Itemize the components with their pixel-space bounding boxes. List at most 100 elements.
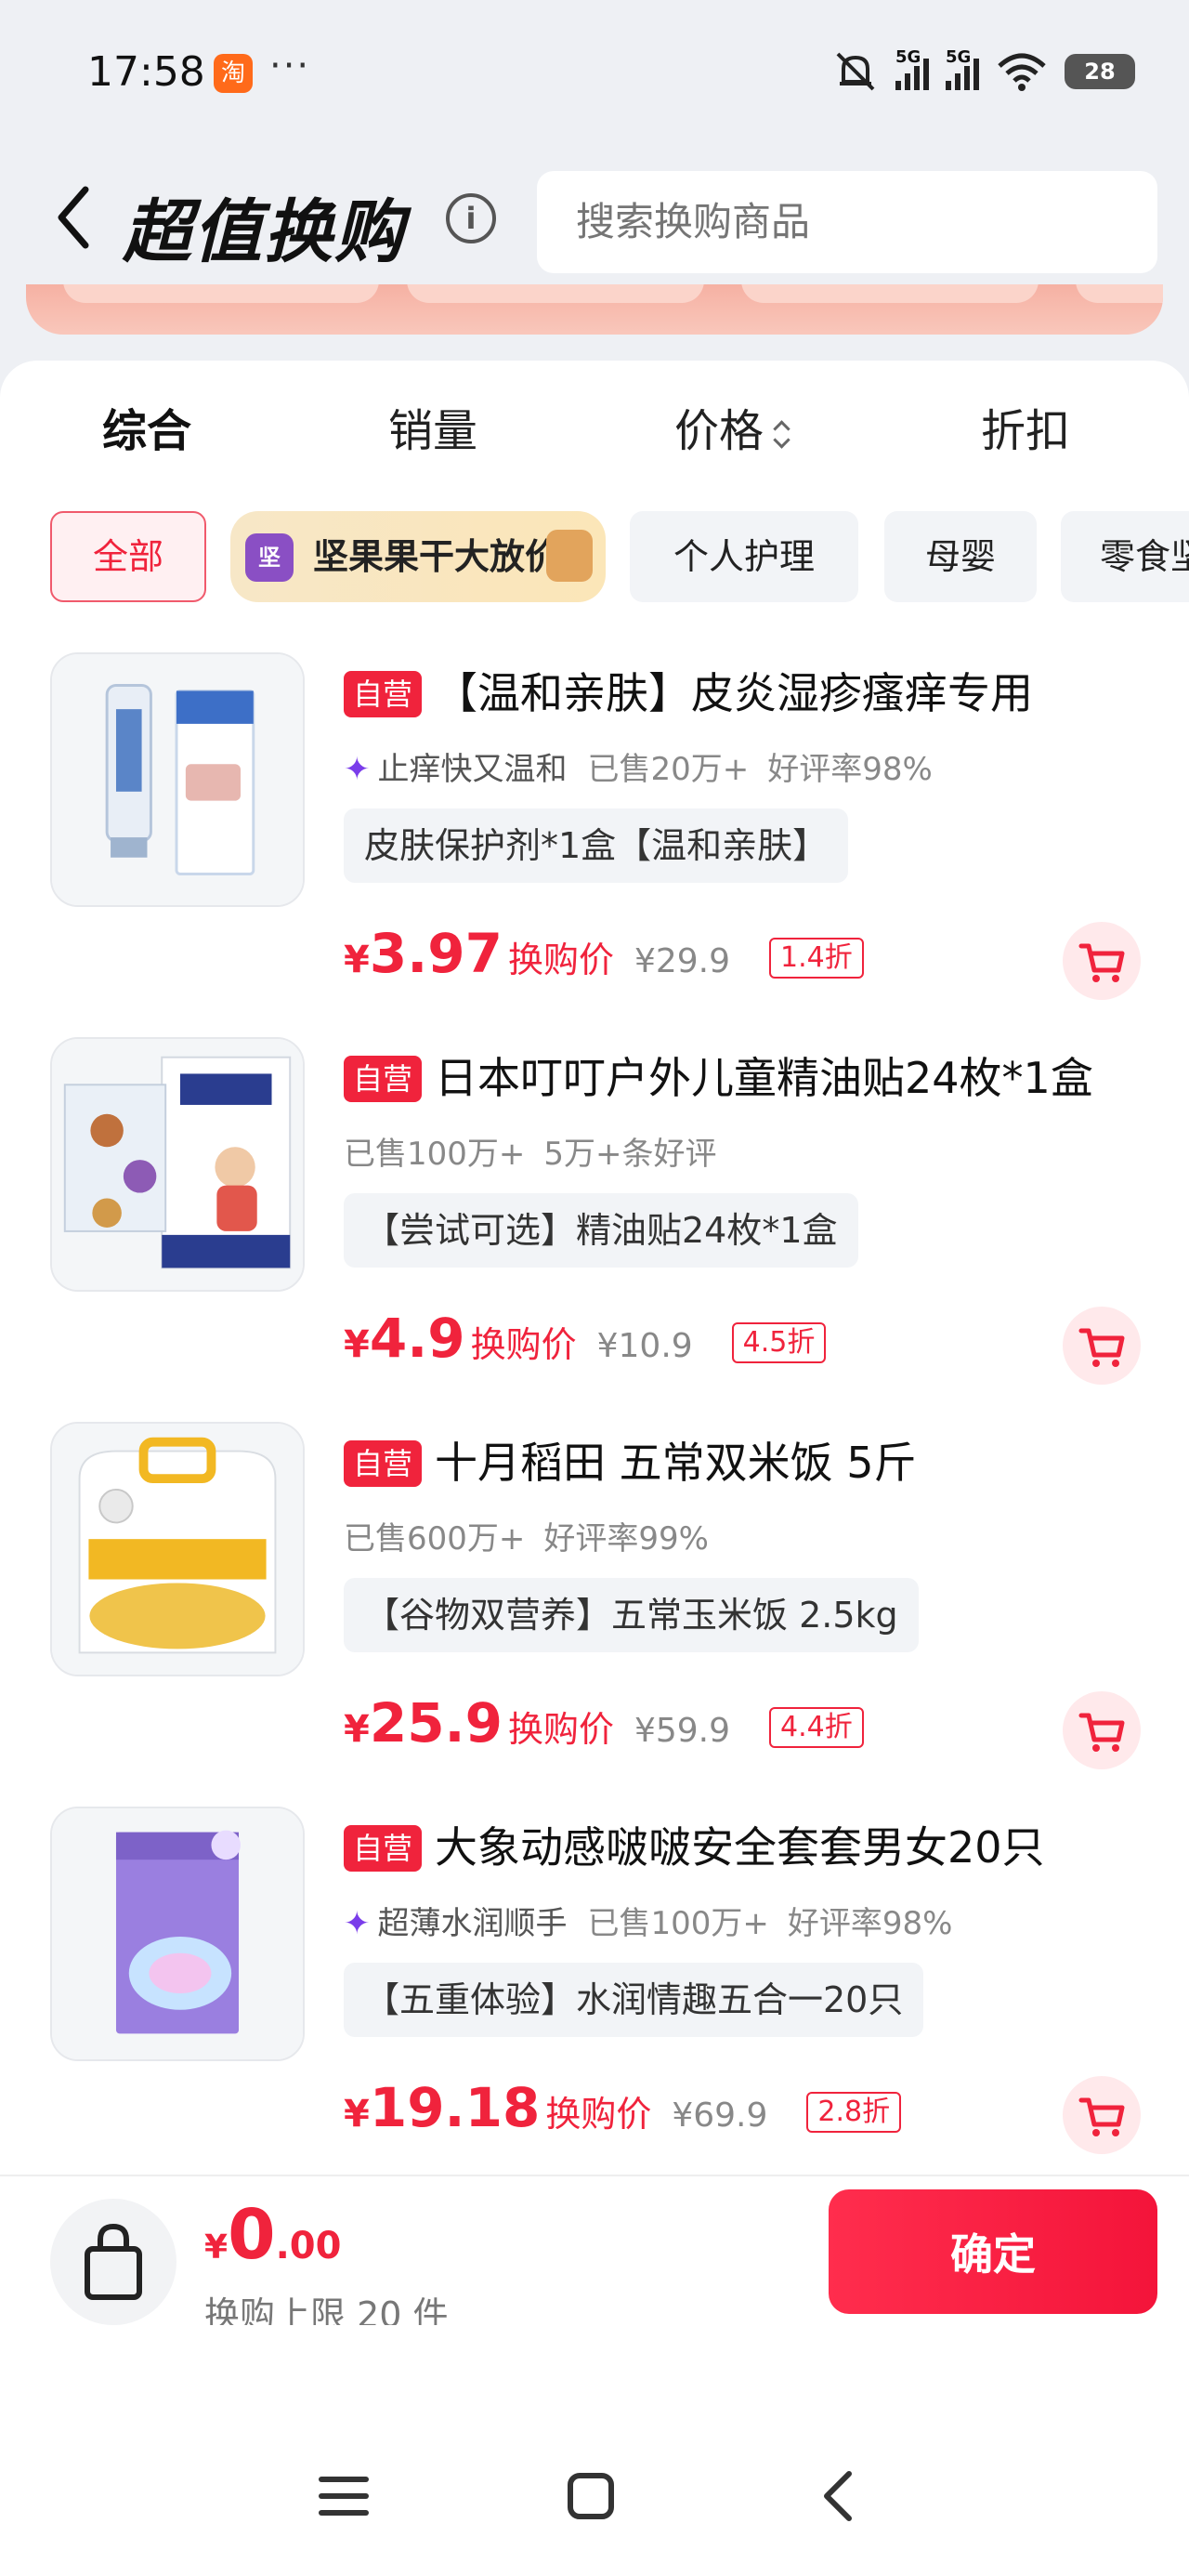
shopping-bag-icon <box>85 2223 142 2300</box>
price-currency: ¥ <box>344 1708 370 1751</box>
menu-icon <box>319 2477 369 2516</box>
price-value: 25.9 <box>369 1691 503 1755</box>
page-header: 超值换购 i <box>0 149 1189 288</box>
product-title-text: 十月稻田 五常双米饭 5斤 <box>435 1438 917 1488</box>
original-price: ¥29.9 <box>634 942 731 980</box>
product-image <box>50 1807 305 2061</box>
original-price: ¥59.9 <box>634 1712 731 1750</box>
price-value: 3.97 <box>369 922 503 985</box>
product-spec[interactable]: 【五重体验】水润情趣五合一20只 <box>344 1963 924 2037</box>
nav-back-button[interactable] <box>791 2450 884 2543</box>
product-meta: ✦ 止痒快又温和 已售20万+ 好评率98% <box>344 743 933 789</box>
list-item[interactable]: 自营 【温和亲肤】皮炎湿疹瘙痒专用 ✦ 止痒快又温和 已售20万+ 好评率98% 皮肤保… <box>0 652 1189 1037</box>
sort-arrows-icon <box>773 415 791 453</box>
product-sold: 已售100万+ <box>344 1136 526 1173</box>
system-nav-bar <box>0 2450 1189 2552</box>
add-to-cart-button[interactable] <box>1063 2076 1141 2154</box>
product-title: 自营 日本叮叮户外儿童精油贴24枚*1盒 <box>344 1045 1161 1106</box>
product-title-text: 【温和亲肤】皮炎湿疹瘙痒专用 <box>435 668 1034 718</box>
chip-nuts-promo[interactable]: 坚 坚果果干大放价 <box>230 511 606 602</box>
checkout-bar: ¥0.00 换购上限 20 件 确定 <box>0 2175 1189 2335</box>
wifi-icon <box>998 53 1046 91</box>
product-rating: 5万+条好评 <box>543 1136 717 1173</box>
status-bar: 17:58 淘 ··· 5G 5G 28 <box>0 0 1189 149</box>
main-panel: 综合 销量 价格 折扣 全部 坚 坚果果干大放价 个人护理 母婴 零食坚 自营 … <box>0 361 1189 2175</box>
confirm-button[interactable]: 确定 <box>829 2189 1157 2314</box>
product-sold: 已售600万+ <box>344 1520 526 1557</box>
total-price: ¥0.00 <box>204 2195 341 2275</box>
discount-badge: 2.8折 <box>806 2092 902 2133</box>
signal-5g-icon: 5G <box>895 47 929 90</box>
cart-icon <box>1078 943 1125 982</box>
product-spec[interactable]: 【谷物双营养】五常玉米饭 2.5kg <box>344 1578 919 1652</box>
price-tag: 换购价 <box>507 940 614 980</box>
product-price: ¥3.97 换购价 ¥29.9 1.4折 <box>344 922 864 985</box>
taobao-app-icon: 淘 <box>214 54 253 93</box>
discount-badge: 4.5折 <box>731 1322 827 1363</box>
chip-all[interactable]: 全部 <box>50 511 206 602</box>
add-to-cart-button[interactable] <box>1063 1691 1141 1769</box>
category-chips: 全部 坚 坚果果干大放价 个人护理 母婴 零食坚 <box>0 511 1189 604</box>
product-image <box>50 652 305 907</box>
tab-price-label: 价格 <box>674 405 764 457</box>
tab-discount[interactable]: 折扣 <box>981 394 1070 459</box>
sparkle-icon: ✦ <box>344 1905 371 1942</box>
price-value: 4.9 <box>369 1307 465 1370</box>
add-to-cart-button[interactable] <box>1063 922 1141 1000</box>
list-item[interactable]: 自营 十月稻田 五常双米饭 5斤 已售600万+ 好评率99% 【谷物双营养】五常玉… <box>0 1422 1189 1807</box>
add-to-cart-button[interactable] <box>1063 1307 1141 1385</box>
cart-icon <box>1078 2097 1125 2136</box>
total-currency: ¥ <box>204 2228 229 2267</box>
product-meta: 已售600万+ 好评率99% <box>344 1513 709 1558</box>
cart-icon <box>1078 1328 1125 1367</box>
tab-comprehensive[interactable]: 综合 <box>102 394 191 459</box>
product-title: 自营 十月稻田 五常双米饭 5斤 <box>344 1429 1161 1491</box>
product-image <box>50 1037 305 1292</box>
back-chevron-icon <box>824 2471 852 2521</box>
nut-jar-icon <box>546 530 593 582</box>
product-price: ¥19.18 换购价 ¥69.9 2.8折 <box>344 2076 902 2139</box>
product-spec[interactable]: 皮肤保护剂*1盒【温和亲肤】 <box>344 808 849 883</box>
chip-snacks[interactable]: 零食坚 <box>1061 511 1189 602</box>
chip-personal-care[interactable]: 个人护理 <box>630 511 858 602</box>
price-tag: 换购价 <box>507 1709 614 1750</box>
nav-menu-button[interactable] <box>297 2450 390 2543</box>
product-rating: 好评率98% <box>767 751 933 788</box>
shopping-bag-button[interactable] <box>50 2199 176 2325</box>
discount-badge: 1.4折 <box>769 938 864 979</box>
chevron-left-icon[interactable] <box>52 184 95 251</box>
list-item[interactable]: 自营 日本叮叮户外儿童精油贴24枚*1盒 已售100万+ 5万+条好评 【尝试可选】… <box>0 1037 1189 1422</box>
signal-5g-icon-2: 5G <box>946 47 979 90</box>
nav-home-button[interactable] <box>544 2450 637 2543</box>
product-title-text: 日本叮叮户外儿童精油贴24枚*1盒 <box>435 1053 1093 1103</box>
product-rating: 好评率99% <box>543 1520 709 1557</box>
banner-strip <box>26 284 1163 335</box>
mute-bell-icon <box>836 52 875 91</box>
tab-price[interactable]: 价格 <box>674 394 791 459</box>
total-integer: 0 <box>228 2195 276 2275</box>
price-currency: ¥ <box>344 2093 370 2136</box>
info-icon[interactable]: i <box>446 193 496 243</box>
product-meta: ✦ 超薄水润顺手 已售100万+ 好评率98% <box>344 1898 952 1943</box>
product-title-text: 大象动感啵啵安全套套男女20只 <box>435 1822 1045 1873</box>
total-decimal: .00 <box>275 2225 342 2267</box>
original-price: ¥69.9 <box>672 2096 768 2135</box>
price-tag: 换购价 <box>470 1324 577 1365</box>
tab-sales[interactable]: 销量 <box>388 394 477 459</box>
product-spec[interactable]: 【尝试可选】精油贴24枚*1盒 <box>344 1193 858 1268</box>
sort-tabs: 综合 销量 价格 折扣 <box>0 394 1189 468</box>
original-price: ¥10.9 <box>596 1327 693 1365</box>
more-notifications-icon: ··· <box>269 45 311 87</box>
discount-badge: 4.4折 <box>769 1707 864 1748</box>
product-sold: 已售100万+ <box>587 1905 769 1942</box>
home-square-icon <box>568 2473 614 2519</box>
chip-mother-baby[interactable]: 母婴 <box>884 511 1037 602</box>
search-input[interactable] <box>537 171 1157 273</box>
price-currency: ¥ <box>344 939 370 981</box>
list-item[interactable]: 自营 大象动感啵啵安全套套男女20只 ✦ 超薄水润顺手 已售100万+ 好评率98% 【… <box>0 1807 1189 2191</box>
product-rating: 好评率98% <box>787 1905 953 1942</box>
price-tag: 换购价 <box>545 2094 652 2135</box>
battery-icon: 28 <box>1065 54 1135 89</box>
product-image <box>50 1422 305 1676</box>
cart-icon <box>1078 1713 1125 1752</box>
